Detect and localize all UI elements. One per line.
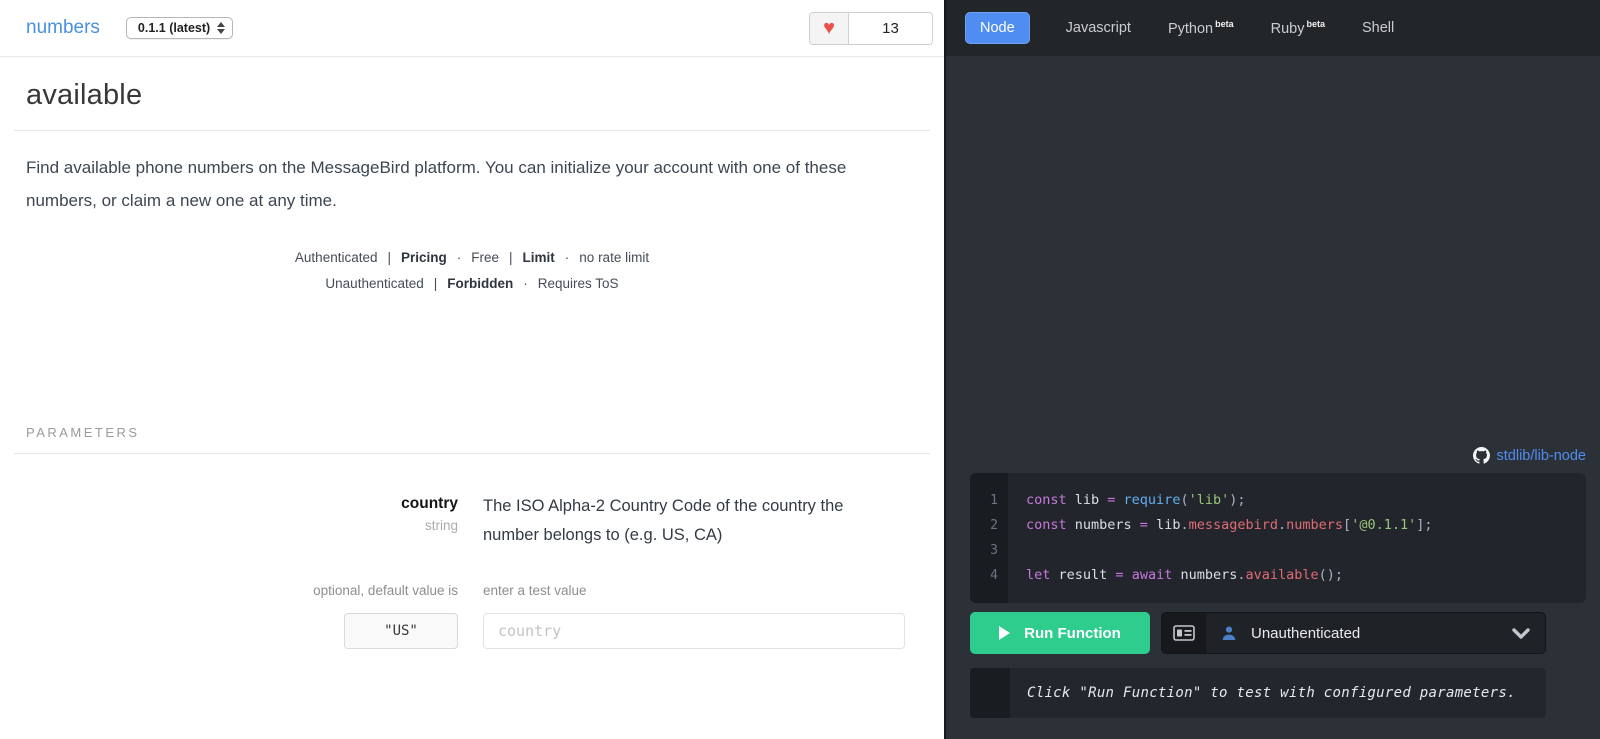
run-function-button[interactable]: Run Function: [970, 612, 1150, 654]
tab-node[interactable]: Node: [965, 12, 1030, 44]
code-panel-body: stdlib/lib-node 1 2 3 4 const lib = require…: [946, 56, 1600, 739]
result-message: Click "Run Function" to test with config…: [1027, 685, 1516, 701]
heart-icon: ♥: [823, 17, 835, 39]
tab-javascript[interactable]: Javascript: [1066, 20, 1131, 36]
divider: [14, 130, 930, 131]
parameter-row: country string The ISO Alpha-2 Country C…: [0, 492, 944, 649]
result-box: Click "Run Function" to test with config…: [970, 668, 1546, 718]
divider: [14, 453, 930, 454]
person-icon: [1221, 625, 1237, 641]
line-number: 3: [990, 543, 998, 558]
like-button[interactable]: ♥: [810, 12, 849, 44]
version-select[interactable]: 0.1.1 (latest): [125, 17, 234, 39]
default-value-box: "US": [344, 613, 458, 649]
select-updown-icon: [217, 22, 226, 34]
auth-info-line: Unauthenticated | Forbidden · Requires ToS: [325, 276, 619, 291]
line-number: 4: [990, 568, 998, 583]
auth-account-select[interactable]: Unauthenticated: [1161, 612, 1546, 654]
line-number: 1: [990, 493, 998, 508]
run-function-label: Run Function: [1024, 624, 1121, 642]
doc-header: numbers 0.1.1 (latest) ♥ 13: [0, 0, 944, 57]
like-widget: ♥ 13: [809, 11, 933, 45]
code-area[interactable]: const lib = require('lib'); const numbers…: [1008, 473, 1586, 603]
code-gutter: 1 2 3 4: [970, 473, 1008, 603]
code-block: 1 2 3 4 const lib = require('lib'); const nu…: [970, 473, 1586, 603]
code-panel: Node Javascript Python beta Ruby beta Shell st…: [944, 0, 1600, 739]
parameters-heading: PARAMETERS: [26, 425, 140, 440]
chevron-down-icon: [1512, 627, 1530, 639]
tab-ruby[interactable]: Ruby beta: [1271, 19, 1325, 37]
function-title: available: [26, 79, 143, 111]
doc-panel: numbers 0.1.1 (latest) ♥ 13 available Fi…: [0, 0, 944, 739]
code-line: const lib = require('lib');: [1026, 492, 1246, 508]
auth-select-value: Unauthenticated: [1251, 624, 1361, 642]
language-tabbar: Node Javascript Python beta Ruby beta Shell: [946, 0, 1600, 56]
code-line: let result = await numbers.available();: [1026, 567, 1344, 583]
tab-python[interactable]: Python beta: [1168, 19, 1234, 37]
country-test-input[interactable]: [483, 613, 905, 649]
play-icon: [999, 626, 1011, 640]
library-title-link[interactable]: numbers: [26, 17, 100, 39]
optional-default-label: optional, default value is: [313, 583, 458, 598]
controls-row: Run Function Unauthenticated: [970, 612, 1586, 654]
repo-row: stdlib/lib-node: [970, 447, 1586, 464]
id-card-icon: [1162, 613, 1206, 653]
repo-link[interactable]: stdlib/lib-node: [1497, 448, 1586, 464]
tab-shell[interactable]: Shell: [1362, 20, 1394, 36]
function-description: Find available phone numbers on the Mess…: [26, 158, 847, 210]
parameter-description: The ISO Alpha-2 Country Code of the coun…: [483, 497, 844, 544]
result-gutter: [970, 668, 1010, 718]
auth-info-line: Authenticated | Pricing · Free | Limit · no rate…: [294, 250, 650, 265]
doc-body: available Find available phone numbers o…: [0, 57, 944, 739]
line-number: 2: [990, 518, 998, 533]
parameter-type: string: [424, 518, 458, 533]
github-icon: [1472, 447, 1490, 464]
parameter-name: country: [401, 495, 458, 512]
test-value-label: enter a test value: [483, 583, 587, 598]
code-line: const numbers = lib.messagebird.numbers[…: [1026, 517, 1433, 533]
version-select-value: 0.1.1 (latest): [137, 21, 211, 35]
auth-info: Authenticated | Pricing · Free | Limit · no rate…: [0, 245, 944, 297]
like-count: 13: [849, 12, 932, 44]
